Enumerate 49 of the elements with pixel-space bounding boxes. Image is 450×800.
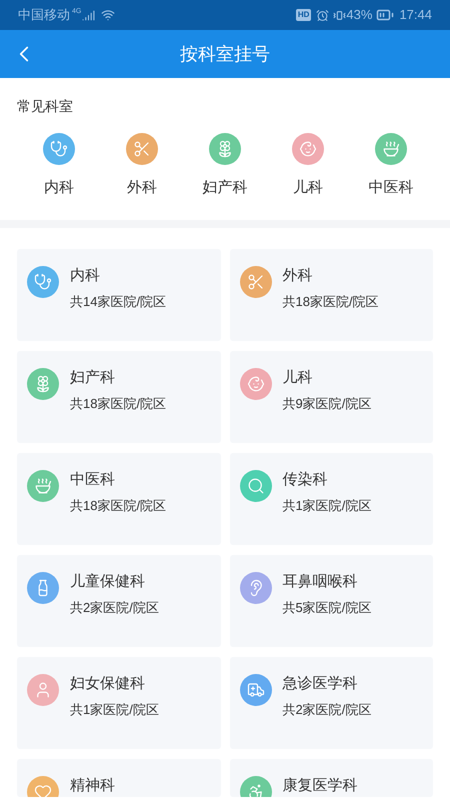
hospital-count: 共9家医院/院区 [282,394,372,412]
hospital-count: 共18家医院/院区 [282,292,379,310]
department-card[interactable]: 康复医学科 [230,758,433,796]
department-name: 儿童保健科 [70,572,146,592]
department-name: 外科 [282,266,314,286]
hospital-count: 共2家医院/院区 [70,598,159,616]
hospital-count: 共18家医院/院区 [70,394,166,412]
page-title: 按科室挂号 [180,42,270,66]
department-name: 精神科 [70,776,115,796]
hospital-count: 共1家医院/院区 [282,496,372,514]
department-name: 康复医学科 [282,776,358,796]
clock-time: 17:44 [399,6,432,24]
hospital-count: 共14家医院/院区 [70,292,166,310]
department-name: 妇产科 [70,368,116,388]
department-shortcut[interactable]: 妇产科 [192,133,258,200]
department-name: 儿科 [282,368,314,388]
department-card[interactable]: 内科 共14家医院/院区 [17,248,220,340]
hd-badge: HD [296,9,312,21]
department-card[interactable]: 精神科 [17,758,220,796]
department-card[interactable]: 耳鼻咽喉科 共5家医院/院区 [230,554,433,646]
signal-icon [82,8,96,22]
vibrate-icon [333,8,346,22]
department-name: 耳鼻咽喉科 [282,572,358,592]
battery-percent: 43% [346,6,372,24]
department-card[interactable]: 妇女保健科 共1家医院/院区 [17,656,220,748]
department-card[interactable]: 儿童保健科 共2家医院/院区 [17,554,220,646]
department-name: 传染科 [282,470,328,490]
department-card[interactable]: 儿科 共9家医院/院区 [230,350,433,442]
alarm-icon [316,8,330,22]
department-name: 内科 [70,266,101,286]
department-card[interactable]: 传染科 共1家医院/院区 [230,452,433,544]
department-name: 妇女保健科 [70,674,146,694]
hospital-count: 共2家医院/院区 [282,700,372,718]
hospital-count: 共5家医院/院区 [282,598,372,616]
department-shortcut[interactable]: 儿科 [275,133,341,200]
department-name: 中医科 [70,470,116,490]
hospital-count: 共18家医院/院区 [70,496,166,514]
department-shortcut[interactable]: 中医科 [358,133,424,200]
department-card[interactable]: 中医科 共18家医院/院区 [17,452,220,544]
department-card[interactable]: 急诊医学科 共2家医院/院区 [230,656,433,748]
wifi-icon [101,8,116,22]
carrier-label: 中国移动 [18,6,70,24]
section-title: 常见科室 [17,97,74,116]
department-card[interactable]: 外科 共18家医院/院区 [230,248,433,340]
hospital-count: 共1家医院/院区 [70,700,159,718]
department-name: 急诊医学科 [282,674,358,694]
department-shortcut[interactable]: 外科 [109,133,175,200]
department-card[interactable]: 妇产科 共18家医院/院区 [17,350,220,442]
department-shortcut[interactable]: 内科 [26,133,92,200]
